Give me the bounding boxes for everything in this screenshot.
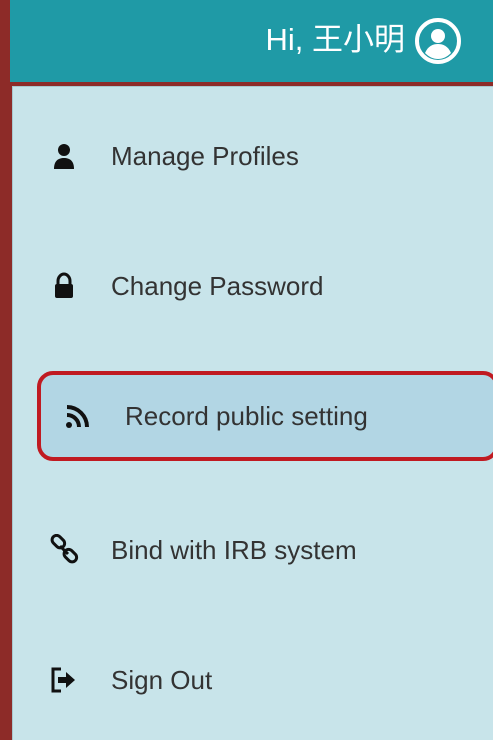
user-icon (47, 139, 81, 173)
menu-item-change-password[interactable]: Change Password (47, 253, 477, 319)
top-navigation-bar: Hi, 王小明 (10, 0, 493, 82)
user-circle-icon[interactable] (413, 16, 463, 66)
left-background-strip (0, 0, 10, 740)
menu-item-label: Change Password (111, 270, 324, 301)
menu-item-manage-profiles[interactable]: Manage Profiles (47, 123, 477, 189)
user-dropdown-menu: Manage Profiles Change Password Record p… (12, 86, 493, 740)
user-greeting: Hi, 王小明 (265, 22, 406, 57)
menu-item-label: Sign Out (111, 664, 213, 695)
link-icon (47, 533, 81, 567)
sign-out-icon (47, 663, 81, 697)
menu-item-bind-irb-system[interactable]: Bind with IRB system (47, 517, 477, 583)
menu-item-record-public-setting[interactable]: Record public setting (37, 371, 493, 461)
menu-item-label: Manage Profiles (111, 140, 299, 171)
menu-item-label: Bind with IRB system (111, 534, 357, 565)
rss-icon (61, 399, 95, 433)
menu-item-label: Record public setting (125, 400, 368, 431)
lock-icon (47, 269, 81, 303)
menu-item-sign-out[interactable]: Sign Out (47, 647, 477, 713)
